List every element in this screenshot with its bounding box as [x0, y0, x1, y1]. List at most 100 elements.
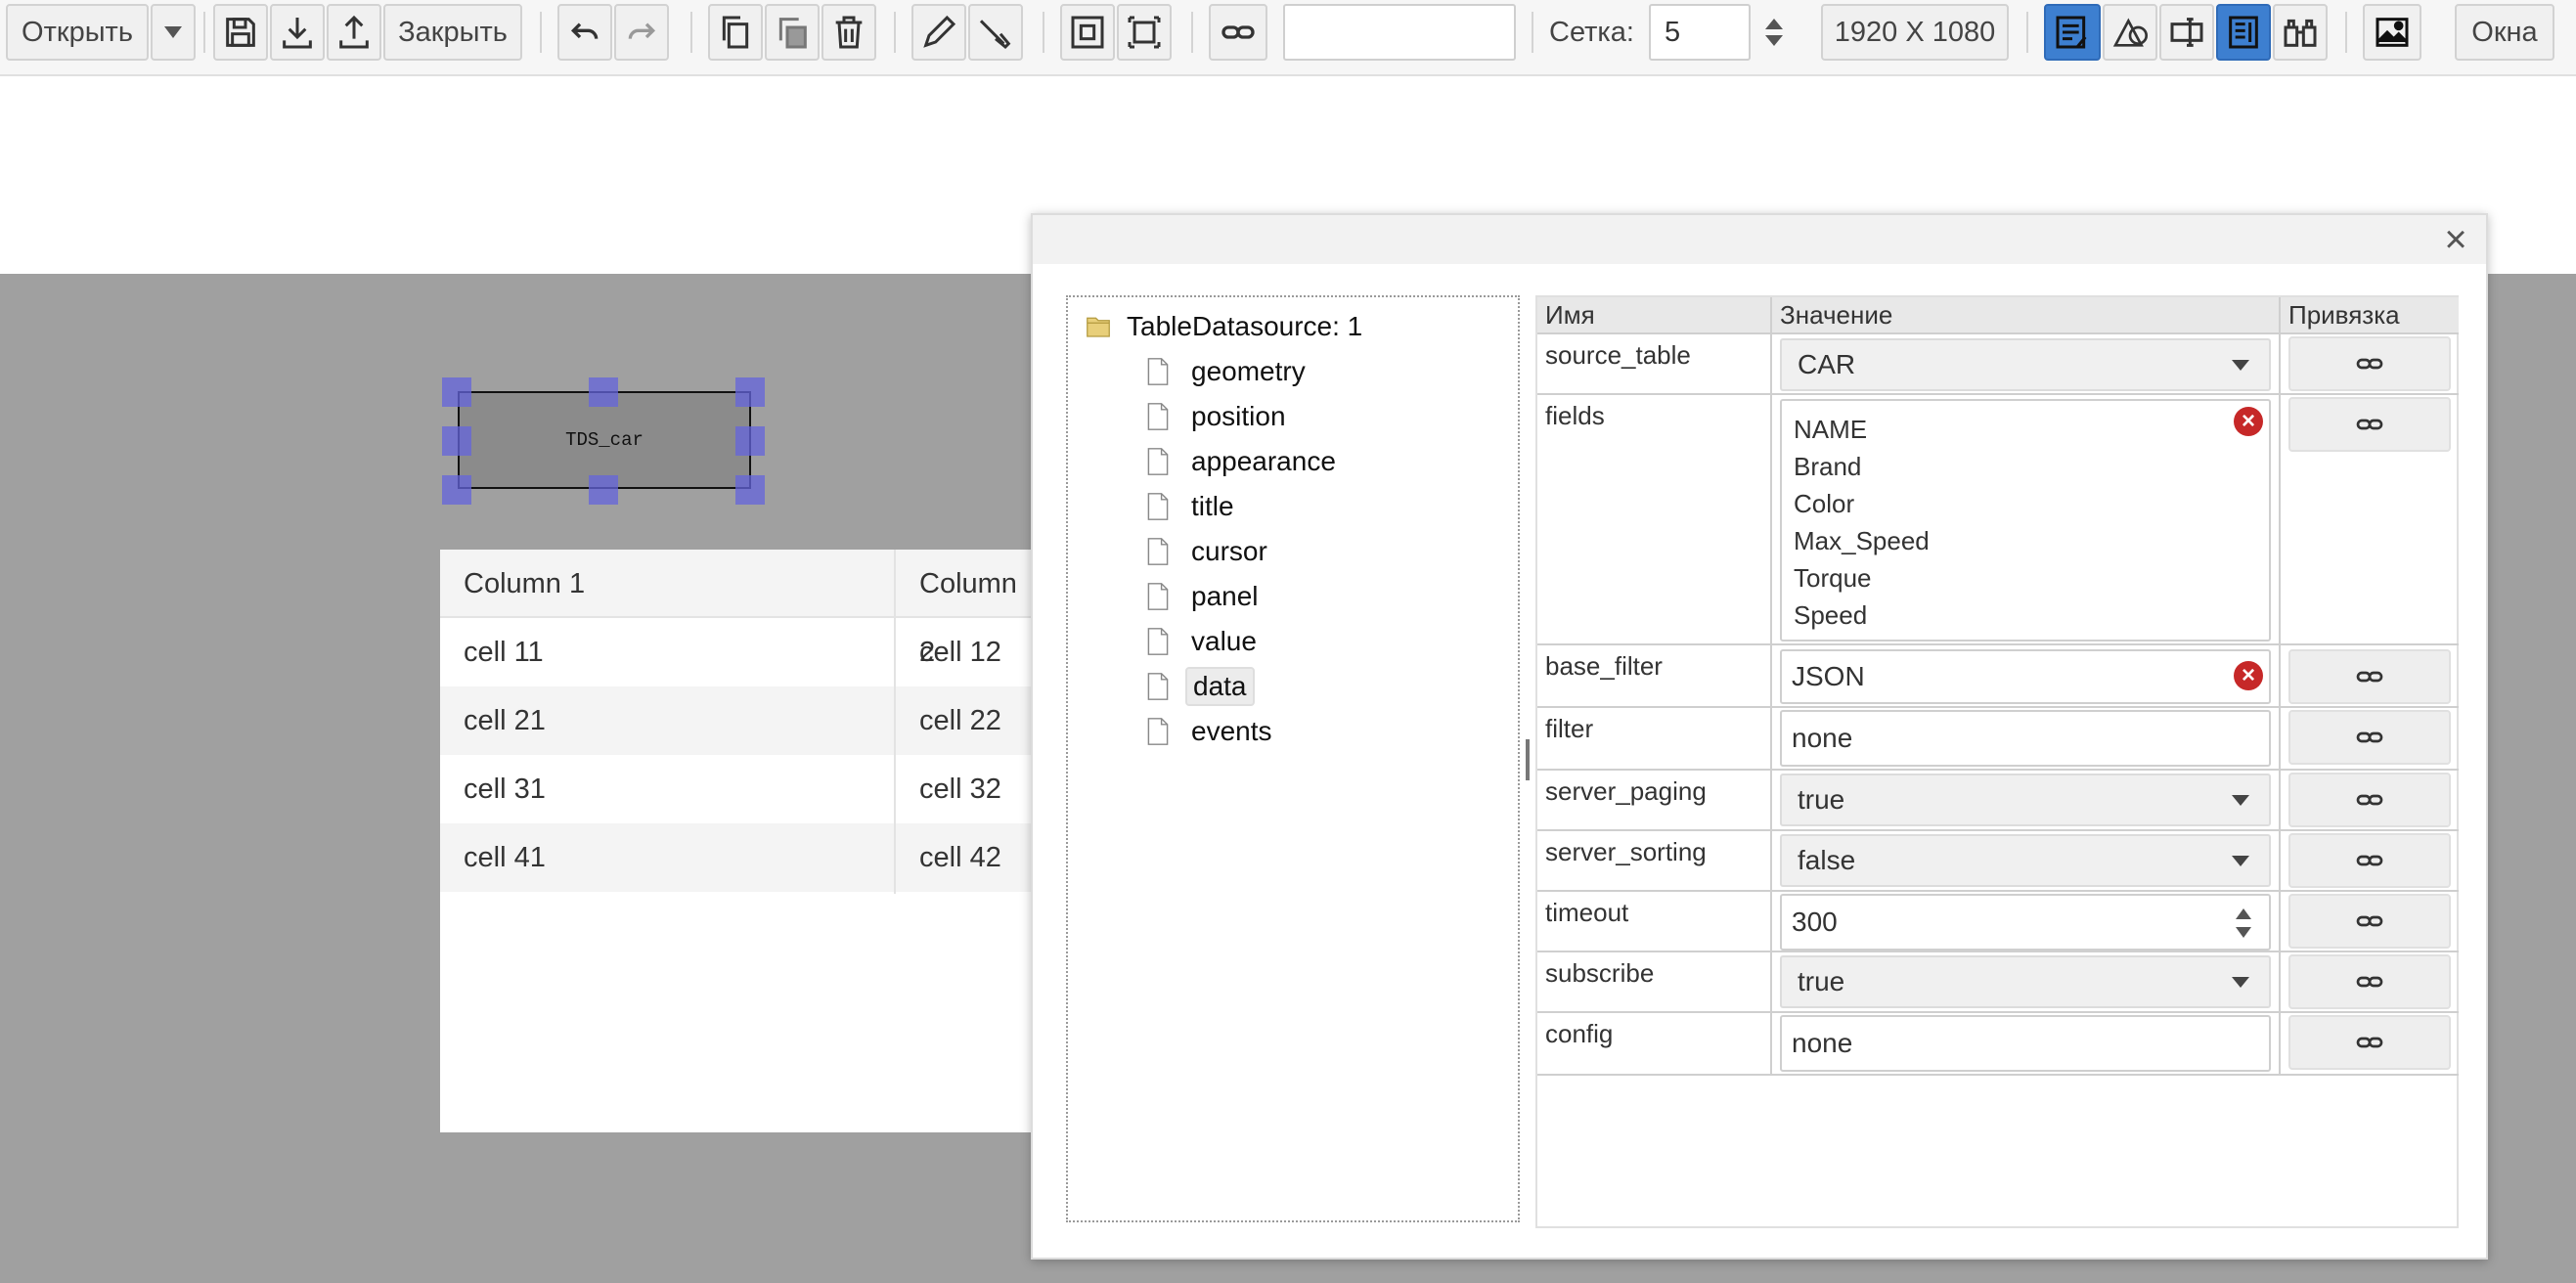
ungroup-button[interactable]: [1117, 4, 1172, 61]
bind-button[interactable]: [2288, 1015, 2451, 1070]
prop-name: filter: [1537, 708, 1772, 771]
server-paging-select[interactable]: true: [1780, 774, 2271, 826]
bind-button[interactable]: [2288, 773, 2451, 827]
open-button[interactable]: Открыть: [6, 4, 149, 61]
source-table-select[interactable]: CAR: [1780, 338, 2271, 391]
tree-item-label: value: [1191, 626, 1257, 656]
filter-input[interactable]: none: [1780, 710, 2271, 767]
select-value: CAR: [1798, 349, 1856, 379]
timeout-input[interactable]: 300: [1780, 894, 2271, 951]
undo-button[interactable]: [557, 4, 612, 61]
table-row[interactable]: cell 11 cell 12: [440, 618, 1032, 686]
close-project-button[interactable]: Закрыть: [383, 4, 522, 61]
resize-handle[interactable]: [442, 377, 471, 407]
tree-item-position[interactable]: position: [1146, 397, 1292, 436]
tree-item-panel[interactable]: panel: [1146, 577, 1265, 616]
properties-panel-toggle[interactable]: [2044, 4, 2101, 61]
grid-size-stepper[interactable]: [1754, 4, 1794, 61]
arrow-down-icon: [1765, 35, 1783, 46]
resize-handle[interactable]: [589, 475, 618, 505]
bind-button[interactable]: [2288, 336, 2451, 391]
document-icon: [1147, 448, 1169, 475]
tree-item-appearance[interactable]: appearance: [1146, 442, 1342, 481]
bind-button[interactable]: [2288, 397, 2451, 452]
config-input[interactable]: none: [1780, 1015, 2271, 1072]
resize-handle[interactable]: [735, 377, 765, 407]
table-row[interactable]: cell 21 cell 22: [440, 686, 1032, 755]
resize-handle[interactable]: [589, 377, 618, 407]
prop-binding-cell: [2281, 334, 2459, 395]
prop-value-cell: 300: [1772, 892, 2281, 952]
link-icon: [2356, 855, 2383, 866]
pencil-tool-button[interactable]: [911, 4, 966, 61]
tree-root[interactable]: TableDatasource: 1: [1084, 307, 1362, 346]
open-dropdown-button[interactable]: [151, 4, 196, 61]
bind-button[interactable]: [2288, 894, 2451, 949]
save-button[interactable]: [213, 4, 268, 61]
table-cell: cell 32: [919, 774, 1001, 805]
tree-item-title[interactable]: title: [1146, 487, 1240, 526]
dialog-header[interactable]: ×: [1033, 215, 2486, 264]
base-filter-input[interactable]: JSON ×: [1780, 649, 2271, 704]
resize-handle[interactable]: [735, 426, 765, 456]
redo-button[interactable]: [614, 4, 669, 61]
upload-button[interactable]: [327, 4, 381, 61]
document-icon: [1147, 673, 1169, 700]
tree-item-events[interactable]: events: [1146, 712, 1278, 751]
tree-item-cursor[interactable]: cursor: [1146, 532, 1273, 571]
prop-value-cell: CAR: [1772, 334, 2281, 395]
resize-handle[interactable]: [442, 475, 471, 505]
compare-panel-toggle[interactable]: [2273, 4, 2328, 61]
bind-button[interactable]: [2288, 649, 2451, 704]
layers-panel-toggle[interactable]: [2216, 4, 2271, 61]
select-value: false: [1798, 845, 1856, 875]
clear-error-icon[interactable]: ×: [2234, 407, 2263, 436]
shapes-panel-toggle[interactable]: [2103, 4, 2157, 61]
link-button[interactable]: [1209, 4, 1267, 61]
tree-item-geometry[interactable]: geometry: [1146, 352, 1311, 391]
table-row[interactable]: cell 31 cell 32: [440, 755, 1032, 823]
resize-handle[interactable]: [735, 475, 765, 505]
server-sorting-select[interactable]: false: [1780, 834, 2271, 887]
link-icon: [2356, 976, 2383, 988]
delete-button[interactable]: [822, 4, 876, 61]
paste-button[interactable]: [765, 4, 820, 61]
prop-binding-cell: [2281, 771, 2459, 831]
download-button[interactable]: [270, 4, 325, 61]
prop-value-cell: true: [1772, 952, 2281, 1013]
timeout-stepper[interactable]: [2232, 900, 2255, 947]
close-icon[interactable]: ×: [2439, 220, 2472, 259]
table-cell: cell 41: [464, 842, 546, 873]
tree-item-value[interactable]: value: [1146, 622, 1263, 661]
link-icon: [2356, 358, 2383, 370]
grid-size-input[interactable]: [1649, 4, 1751, 61]
bind-button[interactable]: [2288, 833, 2451, 888]
grid-label: Сетка:: [1549, 17, 1634, 48]
resize-handle[interactable]: [442, 426, 471, 456]
fields-list[interactable]: NAME Brand Color Max_Speed Torque Speed …: [1780, 399, 2271, 642]
clear-error-icon[interactable]: ×: [2234, 661, 2263, 690]
widgets-panel-toggle[interactable]: [2159, 4, 2214, 61]
resolution-button[interactable]: 1920 X 1080: [1821, 4, 2009, 61]
tree-item-label: geometry: [1191, 356, 1306, 386]
tree-item-data[interactable]: data: [1146, 667, 1255, 706]
column-header[interactable]: Column 2: [896, 550, 1032, 668]
copy-button[interactable]: [708, 4, 763, 61]
bind-button[interactable]: [2288, 710, 2451, 765]
chevron-down-icon: [164, 26, 182, 38]
table-widget[interactable]: Column 1 Column 2 cell 11 cell 12 cell 2…: [440, 550, 1032, 1132]
column-divider: [894, 550, 896, 894]
subscribe-select[interactable]: true: [1780, 955, 2271, 1008]
group-button[interactable]: [1060, 4, 1115, 61]
windows-label: Окна: [2471, 16, 2538, 48]
field-item: Torque: [1794, 563, 1872, 593]
tree-item-label: position: [1191, 401, 1286, 431]
image-button[interactable]: [2363, 4, 2421, 61]
column-header[interactable]: Column 1: [440, 550, 585, 618]
table-row[interactable]: cell 41 cell 42: [440, 823, 1032, 892]
search-input[interactable]: [1283, 4, 1516, 61]
eyedropper-tool-button[interactable]: [968, 4, 1023, 61]
windows-button[interactable]: Окна: [2455, 4, 2554, 61]
bind-button[interactable]: [2288, 954, 2451, 1009]
panel-splitter[interactable]: [1526, 739, 1530, 780]
